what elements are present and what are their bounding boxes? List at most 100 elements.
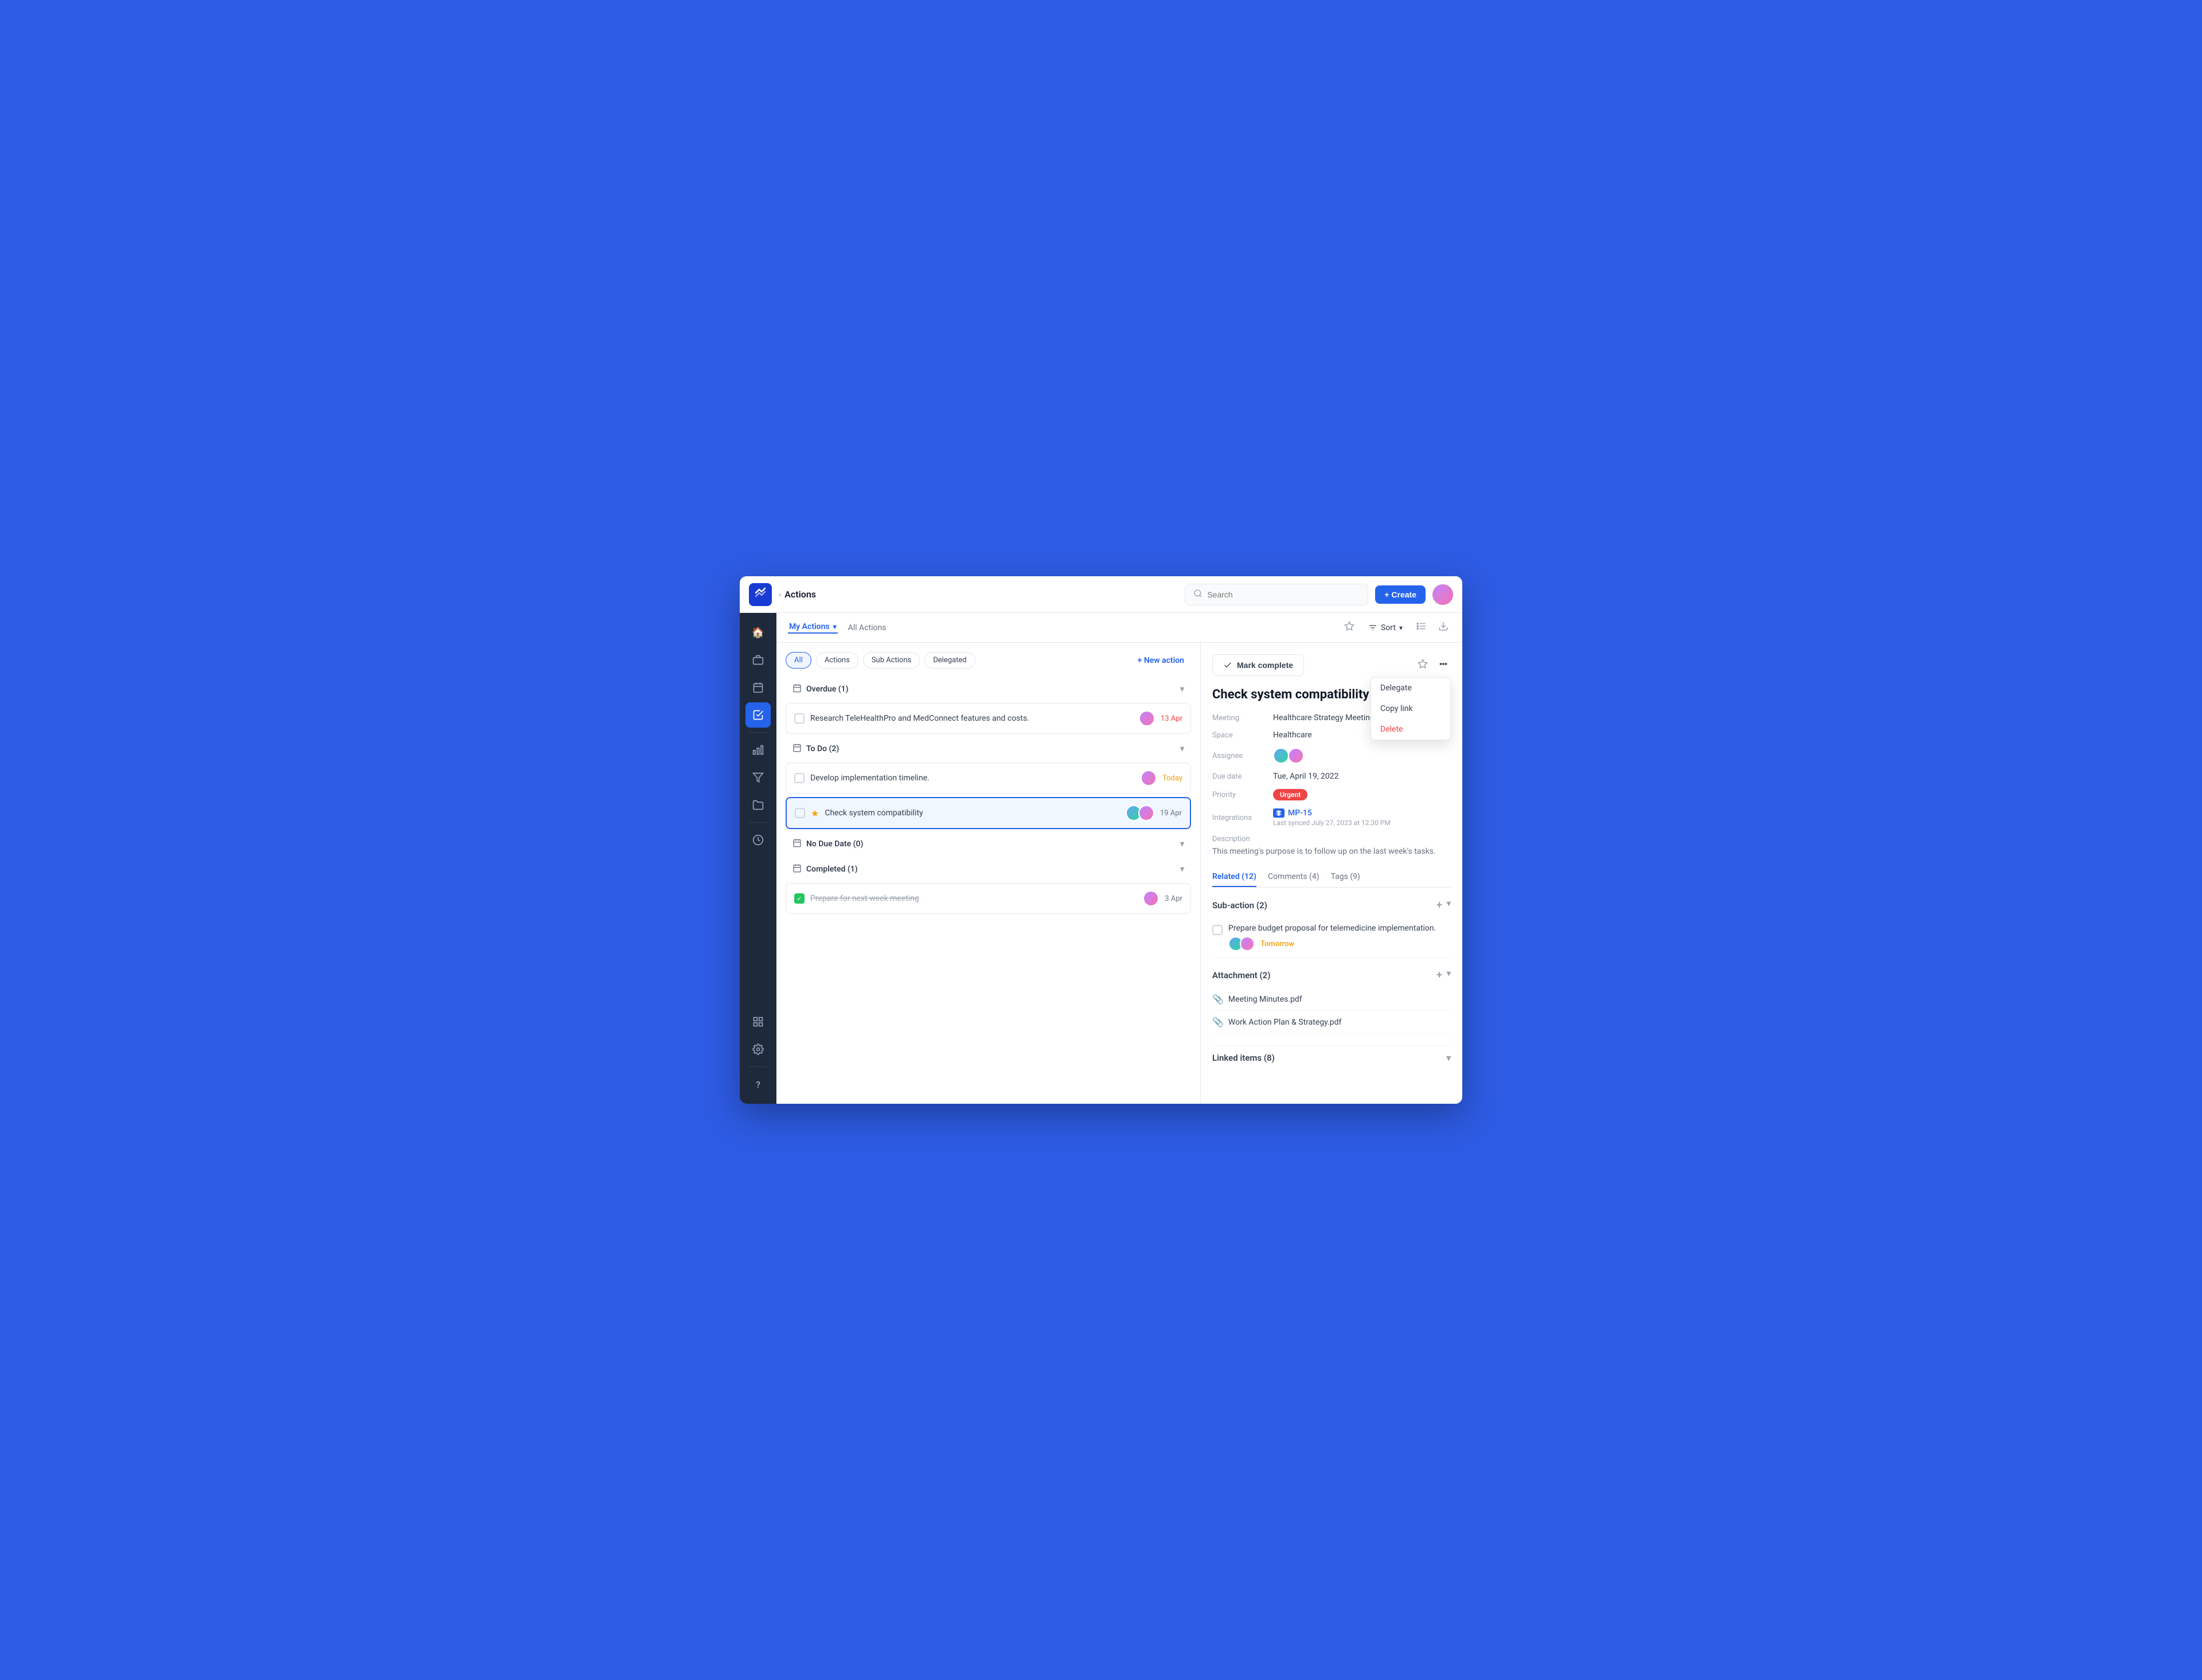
sidebar-item-help[interactable]: ? — [745, 1072, 771, 1097]
task-row-compat[interactable]: ★ Check system compatibility 19 Apr — [786, 797, 1191, 829]
sidebar-item-settings[interactable] — [745, 1037, 771, 1062]
sidebar-item-folders[interactable] — [745, 792, 771, 818]
attachment-name-1: Meeting Minutes.pdf — [1228, 995, 1302, 1004]
sidebar-item-grid[interactable] — [745, 1009, 771, 1034]
top-bar: › Actions + Create — [740, 576, 1462, 613]
attachment-section: Attachment (2) + ▾ 📎 Meeting Minutes.pdf… — [1212, 969, 1451, 1034]
attachment-expand[interactable]: + ▾ — [1436, 969, 1451, 981]
search-input[interactable] — [1207, 590, 1360, 599]
tab-comments[interactable]: Comments (4) — [1268, 868, 1319, 887]
detail-star-icon[interactable] — [1415, 657, 1430, 674]
tab-my-actions-label: My Actions — [789, 622, 830, 631]
sub-action-meta: Tomorrow — [1228, 936, 1451, 951]
filter-sub-actions[interactable]: Sub Actions — [863, 652, 920, 669]
sub-action-expand[interactable]: + ▾ — [1436, 899, 1451, 911]
more-options-icon[interactable] — [1436, 657, 1451, 674]
user-avatar[interactable] — [1432, 584, 1453, 605]
task-row-completed[interactable]: Prepare for next week meeting 3 Apr — [786, 883, 1191, 914]
sort-button[interactable]: Sort ▾ — [1364, 621, 1407, 635]
meeting-label: Meeting — [1212, 714, 1264, 722]
detail-integrations: Integrations MP-15 — [1212, 808, 1451, 827]
sidebar-item-clock[interactable] — [745, 827, 771, 853]
sort-label: Sort — [1381, 623, 1396, 632]
search-area[interactable] — [1185, 584, 1368, 605]
tab-my-actions[interactable]: My Actions ▾ — [788, 622, 838, 634]
main-layout: 🏠 — [740, 613, 1462, 1104]
task-row[interactable]: Research TeleHealthPro and MedConnect fe… — [786, 703, 1191, 734]
create-button[interactable]: + Create — [1375, 585, 1426, 604]
panel-wrapper: All Actions Sub Actions Delegated + New — [776, 643, 1462, 1104]
filter-actions[interactable]: Actions — [816, 652, 858, 669]
filter-all[interactable]: All — [786, 652, 811, 669]
sidebar-item-calendar[interactable] — [745, 675, 771, 700]
tab-all-actions[interactable]: All Actions — [847, 623, 888, 632]
sidebar-item-actions[interactable] — [745, 702, 771, 728]
priority-badge: Urgent — [1273, 789, 1307, 800]
assignee-avatar-2 — [1288, 748, 1304, 764]
task-checkbox-timeline[interactable] — [794, 773, 805, 783]
task-avatars-completed — [1143, 890, 1159, 907]
attachment-item-2[interactable]: 📎 Work Action Plan & Strategy.pdf — [1212, 1011, 1451, 1034]
description-text: This meeting's purpose is to follow up o… — [1212, 847, 1451, 856]
sub-action-header-label: Sub-action (2) — [1212, 900, 1267, 911]
section-todo[interactable]: To Do (2) ▾ — [786, 737, 1191, 760]
mark-complete-label: Mark complete — [1237, 661, 1293, 670]
app-logo[interactable] — [749, 583, 772, 606]
star-icon[interactable] — [1342, 619, 1357, 636]
due-date-value: Tue, April 19, 2022 — [1273, 772, 1339, 781]
filter-delegated[interactable]: Delegated — [924, 652, 975, 669]
sub-action-section: Sub-action (2) + ▾ Prepare budget propos… — [1212, 899, 1451, 958]
sidebar-item-projects[interactable] — [745, 647, 771, 673]
sub-action-text: Prepare budget proposal for telemedicine… — [1228, 924, 1451, 933]
tab-my-actions-chevron-icon: ▾ — [833, 623, 837, 631]
section-overdue[interactable]: Overdue (1) ▾ — [786, 678, 1191, 701]
plus-icon-attach[interactable]: + — [1436, 969, 1442, 981]
space-label: Space — [1212, 731, 1264, 740]
integration-link[interactable]: MP-15 — [1273, 808, 1312, 818]
tab-related[interactable]: Related (12) — [1212, 868, 1256, 887]
task-date: 13 Apr — [1161, 714, 1182, 723]
linked-section-header[interactable]: Linked items (8) ▾ — [1212, 1045, 1451, 1070]
attachment-name-2: Work Action Plan & Strategy.pdf — [1228, 1018, 1341, 1027]
download-icon[interactable] — [1436, 619, 1451, 636]
dropdown-copy-link[interactable]: Copy link — [1371, 698, 1450, 719]
avatar — [1139, 710, 1155, 726]
chevron-icon-attach[interactable]: ▾ — [1447, 969, 1451, 981]
task-row-timeline[interactable]: Develop implementation timeline. Today — [786, 763, 1191, 794]
integrations-label: Integrations — [1212, 814, 1264, 822]
assignee-label: Assignee — [1212, 752, 1264, 760]
calendar-icon-4 — [792, 864, 802, 875]
breadcrumb-title: Actions — [784, 589, 816, 600]
sidebar-divider-2 — [749, 822, 767, 823]
task-checkbox-compat[interactable] — [795, 808, 805, 818]
avatar — [1141, 770, 1157, 786]
sidebar-item-filter[interactable] — [745, 765, 771, 790]
sub-action-avatars — [1228, 936, 1255, 951]
sub-header: My Actions ▾ All Actions — [776, 613, 1462, 643]
task-checkbox-completed[interactable] — [794, 893, 805, 904]
sub-avatar-2 — [1240, 936, 1255, 951]
sort-chevron-icon: ▾ — [1399, 624, 1403, 632]
sync-text: Last synced July 27, 2023 at 12:30 PM — [1273, 819, 1391, 827]
task-checkbox[interactable] — [794, 713, 805, 724]
section-no-due-label: No Due Date (0) — [806, 839, 863, 849]
sub-action-checkbox[interactable] — [1212, 925, 1223, 935]
section-completed[interactable]: Completed (1) ▾ — [786, 858, 1191, 881]
new-action-button[interactable]: + New action — [1131, 653, 1191, 669]
tab-tags[interactable]: Tags (9) — [1331, 868, 1360, 887]
filter-list-icon[interactable] — [1414, 619, 1429, 636]
sidebar-divider-3 — [749, 1066, 767, 1067]
dropdown-delegate[interactable]: Delegate — [1371, 678, 1450, 698]
calendar-icon — [792, 683, 802, 695]
task-avatars — [1139, 710, 1155, 726]
detail-description-label: Description — [1212, 835, 1451, 843]
plus-icon[interactable]: + — [1436, 899, 1442, 911]
attachment-item-1[interactable]: 📎 Meeting Minutes.pdf — [1212, 988, 1451, 1011]
mark-complete-button[interactable]: Mark complete — [1212, 654, 1304, 676]
sidebar-item-home[interactable]: 🏠 — [745, 620, 771, 645]
dropdown-delete[interactable]: Delete — [1371, 719, 1450, 740]
section-no-due[interactable]: No Due Date (0) ▾ — [786, 833, 1191, 855]
action-top-bar: Mark complete — [1212, 654, 1451, 676]
chevron-icon[interactable]: ▾ — [1447, 899, 1451, 911]
sidebar-item-analytics[interactable] — [745, 737, 771, 763]
